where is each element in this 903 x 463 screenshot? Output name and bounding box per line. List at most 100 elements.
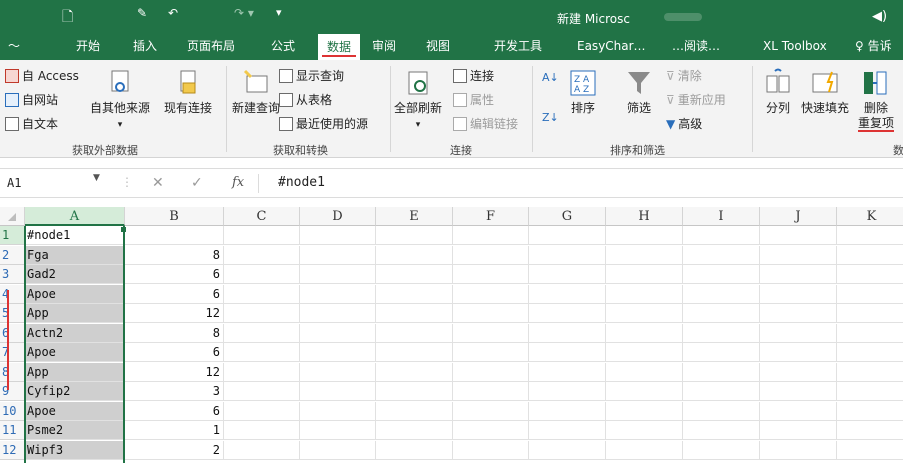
row-header[interactable]: 4 [0,284,25,304]
empty-cell[interactable] [837,382,903,401]
cell-a[interactable]: Psme2 [25,421,125,440]
fill-handle[interactable] [121,227,126,232]
cell-a[interactable]: Cyfip2 [25,382,125,401]
empty-cell[interactable] [453,265,529,284]
insert-function-button[interactable]: fx [232,175,244,190]
empty-cell[interactable] [529,440,606,460]
tab-page-layout[interactable]: 页面布局 [187,38,235,54]
cell-a[interactable]: Actn2 [25,323,125,343]
empty-cell[interactable] [300,226,376,245]
column-header[interactable]: J [760,207,837,226]
enter-check-icon[interactable]: ✓ [191,175,203,191]
empty-cell[interactable] [606,343,683,362]
cell-a[interactable]: App [25,362,125,382]
undo-icon[interactable]: ↶ [168,6,178,20]
new-query-button[interactable]: 新建查询 [232,68,280,116]
empty-cell[interactable] [453,421,529,440]
recent-sources-button[interactable]: 最近使用的源 [279,116,368,132]
empty-cell[interactable] [529,304,606,323]
from-access-button[interactable]: 自 Access [5,68,79,84]
empty-cell[interactable] [683,440,760,460]
remove-duplicates-button[interactable]: 删除 重复项 [858,68,895,132]
empty-cell[interactable] [683,304,760,323]
empty-cell[interactable] [453,362,529,382]
empty-cell[interactable] [760,401,837,421]
cell-a[interactable]: Apoe [25,284,125,304]
cell-b[interactable]: 8 [125,323,224,343]
column-header[interactable]: K [837,207,903,226]
advanced-filter-button[interactable]: ▼ 高级 [666,116,702,132]
empty-cell[interactable] [606,226,683,245]
empty-cell[interactable] [837,343,903,362]
empty-cell[interactable] [529,343,606,362]
file-tab-icon[interactable]: 〜 [8,38,20,54]
empty-cell[interactable] [683,421,760,440]
empty-cell[interactable] [224,265,300,284]
row-header[interactable]: 6 [0,323,25,343]
customize-quick-access-icon[interactable]: ▾ [276,6,282,19]
empty-cell[interactable] [760,226,837,245]
properties-button[interactable]: 属性 [453,92,494,108]
empty-cell[interactable] [529,265,606,284]
empty-cell[interactable] [760,323,837,343]
empty-cell[interactable] [224,401,300,421]
empty-cell[interactable] [529,226,606,245]
empty-cell[interactable] [837,324,903,343]
tab-view[interactable]: 视图 [426,38,450,54]
empty-cell[interactable] [837,441,903,460]
empty-cell[interactable] [837,421,903,440]
empty-cell[interactable] [529,245,606,265]
from-text-button[interactable]: 自文本 [5,116,58,132]
column-header[interactable]: E [376,207,453,226]
empty-cell[interactable] [760,440,837,460]
cell-b[interactable] [125,226,224,245]
cell-b[interactable]: 12 [125,304,224,323]
empty-cell[interactable] [529,323,606,343]
row-header[interactable]: 2 [0,245,25,265]
empty-cell[interactable] [760,265,837,284]
cell-b[interactable]: 8 [125,245,224,265]
empty-cell[interactable] [300,304,376,323]
empty-cell[interactable] [300,401,376,421]
row-header[interactable]: 1 [0,226,25,245]
empty-cell[interactable] [376,382,453,401]
empty-cell[interactable] [300,284,376,304]
empty-cell[interactable] [224,284,300,304]
empty-cell[interactable] [300,440,376,460]
empty-cell[interactable] [760,284,837,304]
cell-b[interactable]: 6 [125,401,224,421]
empty-cell[interactable] [683,265,760,284]
empty-cell[interactable] [300,343,376,362]
empty-cell[interactable] [376,265,453,284]
sort-button[interactable]: Z AA Z 排序 [568,68,598,116]
empty-cell[interactable] [300,245,376,265]
cell-b[interactable]: 6 [125,343,224,362]
empty-cell[interactable] [376,440,453,460]
empty-cell[interactable] [529,382,606,401]
filter-button[interactable]: 筛选 [624,68,654,116]
cell-a[interactable]: Fga [25,245,125,265]
empty-cell[interactable] [606,421,683,440]
tab-reading[interactable]: …阅读… [672,38,720,54]
empty-cell[interactable] [453,304,529,323]
column-header[interactable]: B [125,207,224,226]
tab-insert[interactable]: 插入 [133,38,157,54]
empty-cell[interactable] [606,440,683,460]
tab-easychart[interactable]: EasyChar… [577,38,646,54]
column-header[interactable]: C [224,207,300,226]
empty-cell[interactable] [529,362,606,382]
empty-cell[interactable] [453,382,529,401]
empty-cell[interactable] [224,323,300,343]
empty-cell[interactable] [453,440,529,460]
cell-b[interactable]: 3 [125,382,224,401]
column-header[interactable]: H [606,207,683,226]
row-header[interactable]: 8 [0,362,25,382]
empty-cell[interactable] [760,245,837,265]
empty-cell[interactable] [300,362,376,382]
empty-cell[interactable] [683,401,760,421]
tab-xl-toolbox[interactable]: XL Toolbox [763,38,827,54]
empty-cell[interactable] [376,362,453,382]
empty-cell[interactable] [224,245,300,265]
empty-cell[interactable] [837,246,903,265]
empty-cell[interactable] [300,265,376,284]
